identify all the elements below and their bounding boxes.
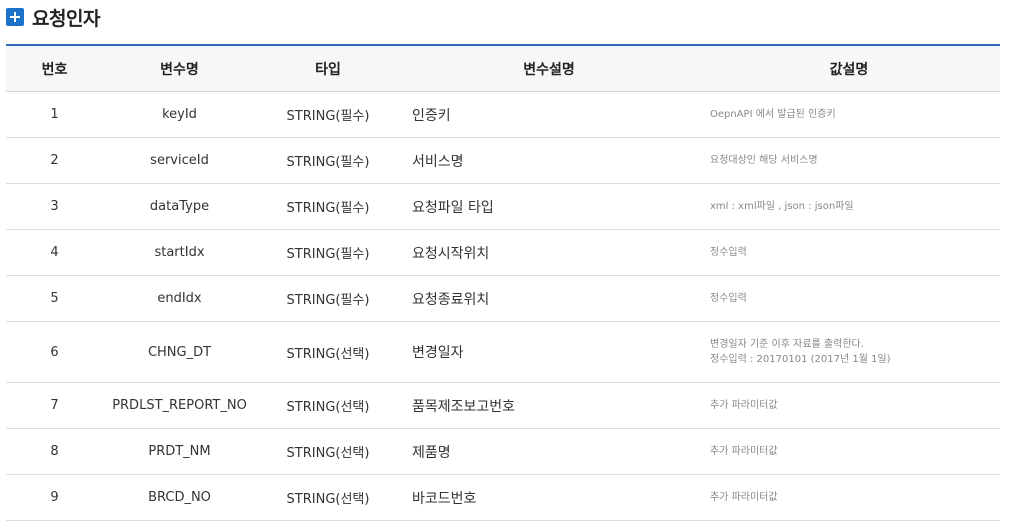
row-description: 제품명 [400, 428, 698, 475]
row-type: STRING(필수) [256, 91, 400, 138]
row-description: 인증키 [400, 91, 698, 138]
table-row: 7 PRDLST_REPORT_NO STRING(선택) 품목제조보고번호 추… [6, 382, 1000, 429]
row-value-description: 정수입력 [698, 229, 1000, 276]
row-number: 9 [6, 474, 103, 521]
row-description: 바코드번호 [400, 474, 698, 521]
value-line: OepnAPI 에서 발급된 인증키 [710, 109, 836, 120]
row-value-description: 요청대상인 해당 서비스명 [698, 137, 1000, 184]
request-params-table: 번호 변수명 타입 변수설명 값설명 1 keyId STRING(필수) 인증… [6, 44, 1000, 521]
table-header-row: 번호 변수명 타입 변수설명 값설명 [6, 45, 1000, 92]
row-variable-name: CHNG_DT [103, 321, 256, 383]
header-type: 타입 [256, 45, 400, 92]
row-type: STRING(선택) [256, 474, 400, 521]
value-line: xml : xml파일 , json : json파일 [710, 201, 854, 212]
row-value-description: 변경일자 기준 이후 자료를 출력한다. 정수입력 : 20170101 (20… [698, 321, 1000, 383]
section-title: 요청인자 [32, 7, 100, 30]
row-variable-name: PRDLST_REPORT_NO [103, 382, 256, 429]
row-value-description: xml : xml파일 , json : json파일 [698, 183, 1000, 230]
row-type: STRING(선택) [256, 321, 400, 383]
table-row: 6 CHNG_DT STRING(선택) 변경일자 변경일자 기준 이후 자료를… [6, 321, 1000, 383]
plus-icon[interactable] [6, 8, 24, 26]
row-type: STRING(선택) [256, 382, 400, 429]
row-description: 서비스명 [400, 137, 698, 184]
row-value-description: 추가 파라미터값 [698, 382, 1000, 429]
value-line: 정수입력 [710, 247, 747, 258]
row-value-description: 추가 파라미터값 [698, 428, 1000, 475]
table-row: 5 endIdx STRING(필수) 요청종료위치 정수입력 [6, 275, 1000, 322]
row-type: STRING(필수) [256, 183, 400, 230]
row-number: 1 [6, 91, 103, 138]
row-type: STRING(필수) [256, 275, 400, 322]
value-line: 추가 파라미터값 [710, 446, 778, 457]
row-variable-name: serviceId [103, 137, 256, 184]
header-variable-name: 변수명 [103, 45, 256, 92]
row-description: 요청시작위치 [400, 229, 698, 276]
header-variable-description: 변수설명 [400, 45, 698, 92]
table-row: 8 PRDT_NM STRING(선택) 제품명 추가 파라미터값 [6, 428, 1000, 475]
table-row: 1 keyId STRING(필수) 인증키 OepnAPI 에서 발급된 인증… [6, 91, 1000, 138]
row-number: 2 [6, 137, 103, 184]
row-number: 7 [6, 382, 103, 429]
row-number: 5 [6, 275, 103, 322]
header-number: 번호 [6, 45, 103, 92]
table-row: 4 startIdx STRING(필수) 요청시작위치 정수입력 [6, 229, 1000, 276]
row-value-description: 추가 파라미터값 [698, 474, 1000, 521]
value-line: 정수입력 [710, 293, 747, 304]
row-value-description: 정수입력 [698, 275, 1000, 322]
value-line: 추가 파라미터값 [710, 492, 778, 503]
value-line: 변경일자 기준 이후 자료를 출력한다. [710, 339, 864, 350]
row-type: STRING(선택) [256, 428, 400, 475]
section-header: 요청인자 [6, 5, 100, 30]
row-variable-name: BRCD_NO [103, 474, 256, 521]
value-line: 요청대상인 해당 서비스명 [710, 155, 818, 166]
row-variable-name: endIdx [103, 275, 256, 322]
row-description: 요청종료위치 [400, 275, 698, 322]
value-line: 정수입력 : 20170101 (2017년 1월 1일) [710, 354, 891, 365]
request-params-table-wrap: 번호 변수명 타입 변수설명 값설명 1 keyId STRING(필수) 인증… [6, 44, 1000, 521]
table-row: 3 dataType STRING(필수) 요청파일 타입 xml : xml파… [6, 183, 1000, 230]
row-value-description: OepnAPI 에서 발급된 인증키 [698, 91, 1000, 138]
row-number: 6 [6, 321, 103, 383]
row-description: 변경일자 [400, 321, 698, 383]
row-variable-name: PRDT_NM [103, 428, 256, 475]
row-number: 8 [6, 428, 103, 475]
row-type: STRING(필수) [256, 137, 400, 184]
row-variable-name: startIdx [103, 229, 256, 276]
table-row: 2 serviceId STRING(필수) 서비스명 요청대상인 해당 서비스… [6, 137, 1000, 184]
row-number: 3 [6, 183, 103, 230]
row-number: 4 [6, 229, 103, 276]
row-description: 요청파일 타입 [400, 183, 698, 230]
row-variable-name: dataType [103, 183, 256, 230]
row-variable-name: keyId [103, 91, 256, 138]
row-description: 품목제조보고번호 [400, 382, 698, 429]
table-row: 9 BRCD_NO STRING(선택) 바코드번호 추가 파라미터값 [6, 474, 1000, 521]
value-line: 추가 파라미터값 [710, 400, 778, 411]
row-type: STRING(필수) [256, 229, 400, 276]
header-value-description: 값설명 [698, 45, 1000, 92]
